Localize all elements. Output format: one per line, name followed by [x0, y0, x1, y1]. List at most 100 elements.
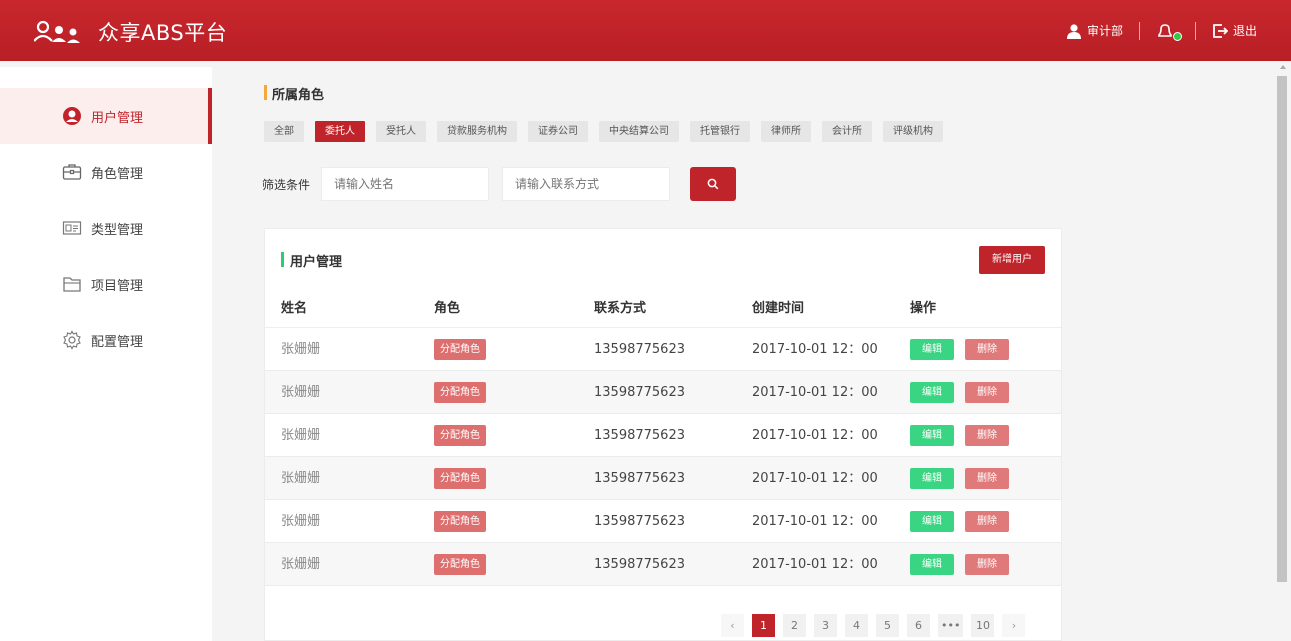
user-phone: 13598775623	[594, 557, 685, 572]
user-name: 张姗姗	[281, 428, 321, 443]
edit-button[interactable]: 编辑	[910, 339, 954, 360]
user-management-panel: 用户管理 新增用户 姓名 角色 联系方式 创建时间 操作 张姗姗 分配角色 13…	[264, 228, 1062, 641]
edit-button[interactable]: 编辑	[910, 511, 954, 532]
prev-page-button[interactable]: ‹	[721, 614, 744, 637]
logo-text: 众享ABS平台	[98, 21, 228, 45]
role-tag-custodian-bank[interactable]: 托管银行	[690, 121, 750, 142]
contact-search-input[interactable]	[502, 167, 670, 201]
sidebar-item-types[interactable]: 类型管理	[0, 200, 212, 256]
logout-button[interactable]: 退出	[1212, 22, 1257, 39]
role-tag-trustee[interactable]: 受托人	[376, 121, 426, 142]
table-row: 张姗姗 分配角色 13598775623 2017-10-01 12：00 编辑…	[265, 328, 1061, 371]
scroll-up-arrow-icon[interactable]	[1280, 65, 1286, 69]
notification-button[interactable]	[1156, 22, 1182, 41]
delete-button[interactable]: 删除	[965, 425, 1009, 446]
logo[interactable]: 众享ABS平台	[34, 17, 227, 47]
delete-button[interactable]: 删除	[965, 468, 1009, 489]
sidebar-item-label: 用户管理	[91, 110, 144, 126]
role-tag-rating-agency[interactable]: 评级机构	[883, 121, 943, 142]
edit-button[interactable]: 编辑	[910, 425, 954, 446]
sidebar-item-users[interactable]: 用户管理	[0, 88, 212, 144]
briefcase-icon	[62, 162, 82, 182]
user-phone: 13598775623	[594, 342, 685, 357]
user-created-time: 2017-10-01 12：00	[752, 557, 878, 572]
user-created-time: 2017-10-01 12：00	[752, 385, 878, 400]
page-button-6[interactable]: 6	[907, 614, 930, 637]
bell-icon	[1158, 23, 1172, 37]
assign-role-button[interactable]: 分配角色	[434, 382, 486, 403]
user-name: 张姗姗	[281, 557, 321, 572]
search-button[interactable]	[690, 167, 736, 201]
page-button-4[interactable]: 4	[845, 614, 868, 637]
role-tag-law-firm[interactable]: 律师所	[761, 121, 811, 142]
logout-icon	[1213, 23, 1228, 38]
user-name: 张姗姗	[281, 471, 321, 486]
table-header: 姓名 角色 联系方式 创建时间 操作	[265, 290, 1061, 328]
user-name: 张姗姗	[281, 514, 321, 529]
page-button-3[interactable]: 3	[814, 614, 837, 637]
header-actions: 审计部 退出	[1066, 0, 1257, 61]
table-body: 张姗姗 分配角色 13598775623 2017-10-01 12：00 编辑…	[265, 328, 1061, 586]
page-button-1[interactable]: 1	[752, 614, 775, 637]
assign-role-button[interactable]: 分配角色	[434, 511, 486, 532]
role-tag-securities[interactable]: 证券公司	[528, 121, 588, 142]
logo-people-icon	[34, 20, 80, 43]
edit-button[interactable]: 编辑	[910, 382, 954, 403]
filter-label: 筛选条件	[262, 178, 311, 192]
scrollbar-thumb[interactable]	[1277, 76, 1287, 582]
role-tag-all[interactable]: 全部	[264, 121, 304, 142]
page-button-2[interactable]: 2	[783, 614, 806, 637]
edit-button[interactable]: 编辑	[910, 554, 954, 575]
sidebar-item-label: 类型管理	[91, 222, 144, 238]
delete-button[interactable]: 删除	[965, 511, 1009, 532]
page-button-5[interactable]: 5	[876, 614, 899, 637]
name-search-input[interactable]	[321, 167, 489, 201]
user-name: 张姗姗	[281, 342, 321, 357]
sidebar-item-label: 角色管理	[91, 166, 144, 182]
assign-role-button[interactable]: 分配角色	[434, 468, 486, 489]
notification-dot	[1172, 31, 1182, 41]
user-circle-icon	[62, 106, 82, 126]
user-created-time: 2017-10-01 12：00	[752, 471, 878, 486]
table-row: 张姗姗 分配角色 13598775623 2017-10-01 12：00 编辑…	[265, 371, 1061, 414]
user-name: 张姗姗	[281, 385, 321, 400]
next-page-button[interactable]: ›	[1002, 614, 1026, 637]
role-tag-principal[interactable]: 委托人	[315, 121, 365, 142]
assign-role-button[interactable]: 分配角色	[434, 339, 486, 360]
user-menu[interactable]: 审计部	[1066, 22, 1123, 39]
folder-icon	[62, 274, 82, 294]
pagination: ‹ 1 2 3 4 5 6 ••• 10 ›	[721, 614, 1033, 637]
assign-role-button[interactable]: 分配角色	[434, 554, 486, 575]
edit-button[interactable]: 编辑	[910, 468, 954, 489]
page-ellipsis-button[interactable]: •••	[938, 614, 964, 637]
add-user-button[interactable]: 新增用户	[979, 246, 1045, 274]
sidebar: 用户管理 角色管理 类型管理 项目管理 配置管理	[0, 67, 212, 641]
user-created-time: 2017-10-01 12：00	[752, 514, 878, 529]
sidebar-item-config[interactable]: 配置管理	[0, 312, 212, 368]
role-tag-central-clearing[interactable]: 中央结算公司	[599, 121, 679, 142]
user-created-time: 2017-10-01 12：00	[752, 342, 878, 357]
user-dept-label: 审计部	[1086, 24, 1123, 38]
sidebar-item-label: 配置管理	[91, 334, 144, 350]
table-row: 张姗姗 分配角色 13598775623 2017-10-01 12：00 编辑…	[265, 500, 1061, 543]
user-phone: 13598775623	[594, 385, 685, 400]
col-ops-header: 操作	[910, 301, 937, 316]
table-row: 张姗姗 分配角色 13598775623 2017-10-01 12：00 编辑…	[265, 414, 1061, 457]
role-tag-accounting-firm[interactable]: 会计所	[822, 121, 872, 142]
assign-role-button[interactable]: 分配角色	[434, 425, 486, 446]
delete-button[interactable]: 删除	[965, 339, 1009, 360]
delete-button[interactable]: 删除	[965, 382, 1009, 403]
role-tag-loan-servicer[interactable]: 贷款服务机构	[437, 121, 517, 142]
page-button-10[interactable]: 10	[971, 614, 995, 637]
logout-label: 退出	[1232, 24, 1257, 38]
col-contact-header: 联系方式	[594, 301, 647, 316]
col-created-header: 创建时间	[752, 301, 805, 316]
table-row: 张姗姗 分配角色 13598775623 2017-10-01 12：00 编辑…	[265, 457, 1061, 500]
panel-title: 用户管理	[281, 251, 342, 270]
user-phone: 13598775623	[594, 514, 685, 529]
search-icon	[707, 178, 719, 190]
sidebar-item-projects[interactable]: 项目管理	[0, 256, 212, 312]
table-row: 张姗姗 分配角色 13598775623 2017-10-01 12：00 编辑…	[265, 543, 1061, 586]
delete-button[interactable]: 删除	[965, 554, 1009, 575]
sidebar-item-roles[interactable]: 角色管理	[0, 144, 212, 200]
